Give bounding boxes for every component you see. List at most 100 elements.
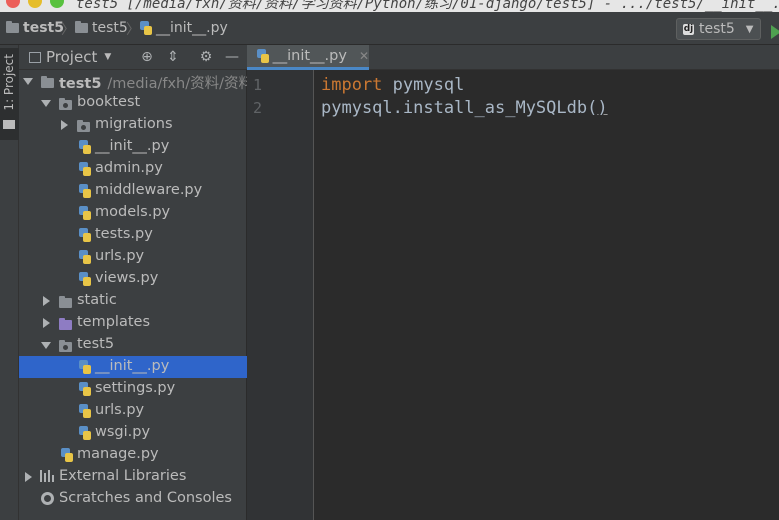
run-configuration-dropdown[interactable]: dj test5 ▼ (676, 18, 761, 40)
line-number-gutter: 1 2 (247, 70, 314, 520)
folder-icon (6, 21, 19, 33)
folder-icon (41, 74, 54, 90)
django-icon: dj (683, 23, 694, 35)
tree-item-label: migrations (95, 116, 173, 132)
expand-arrow-icon[interactable] (41, 100, 51, 107)
project-panel-title: Project (46, 48, 98, 66)
collapse-all-icon[interactable]: ⇕ (165, 49, 181, 65)
tree-item-file[interactable]: __init__.py (19, 136, 247, 158)
tree-item-file-selected[interactable]: __init__.py (19, 356, 247, 378)
tree-item-file[interactable]: middleware.py (19, 180, 247, 202)
keyword-import: import (321, 75, 383, 95)
tree-item-file[interactable]: models.py (19, 202, 247, 224)
chevron-down-icon: ▼ (745, 23, 754, 35)
python-file-icon (79, 360, 91, 378)
collapsed-arrow-icon[interactable] (43, 296, 50, 306)
maximize-window-button[interactable] (50, 0, 64, 8)
tree-item-file[interactable]: manage.py (19, 444, 247, 466)
python-file-icon (61, 448, 73, 466)
run-configuration-label: test5 (699, 21, 735, 37)
project-view-icon (29, 51, 41, 63)
folder-icon (3, 120, 15, 129)
python-file-icon (79, 426, 91, 444)
editor-tab-init[interactable]: __init__.py ✕ (247, 45, 369, 70)
folder-icon (59, 338, 72, 354)
python-file-icon (79, 140, 91, 158)
templates-folder-icon (59, 316, 72, 332)
run-button[interactable] (771, 25, 779, 39)
tree-item-project-root[interactable]: test5/media/fxh/资料/资料/学习资料/Python/练习/01-… (19, 70, 525, 92)
code-text-caret: ) (597, 98, 608, 118)
tree-item-folder[interactable]: test5 (19, 334, 247, 356)
tree-item-file[interactable]: wsgi.py (19, 422, 247, 444)
tree-item-label: templates (77, 314, 151, 330)
tree-item-label: urls.py (95, 402, 145, 418)
python-file-icon (79, 206, 91, 224)
tree-item-label: manage.py (77, 446, 159, 462)
collapsed-arrow-icon[interactable] (25, 472, 32, 482)
gear-icon[interactable]: ⚙ (198, 49, 214, 65)
collapsed-arrow-icon[interactable] (43, 318, 50, 328)
tree-item-file[interactable]: tests.py (19, 224, 247, 246)
tree-item-label: __init__.py (95, 358, 170, 374)
python-file-icon (79, 250, 91, 268)
tree-item-file[interactable]: urls.py (19, 400, 247, 422)
tree-item-file[interactable]: views.py (19, 268, 247, 290)
tree-item-label: static (77, 292, 117, 308)
python-file-icon (79, 272, 91, 290)
scratches-icon (41, 492, 54, 509)
python-file-icon (79, 162, 91, 180)
close-tab-icon[interactable]: ✕ (359, 49, 369, 63)
tree-item-label: __init__.py (95, 138, 170, 154)
project-tool-tab[interactable]: 1: Project (0, 48, 19, 140)
tree-item-scratches[interactable]: Scratches and Consoles (19, 488, 247, 510)
python-file-icon (140, 21, 152, 35)
tree-item-external-libraries[interactable]: External Libraries (19, 466, 247, 488)
project-panel-header: Project ▼ ⊕ ⇕ ⚙ — (19, 45, 247, 70)
code-text: pymysql.install_as_MySQLdb( (321, 98, 598, 118)
tree-item-label: settings.py (95, 380, 176, 396)
breadcrumb-project[interactable]: test5 (6, 20, 64, 36)
line-number: 1 (253, 76, 263, 94)
project-panel: Project ▼ ⊕ ⇕ ⚙ — test5/media/fxh/资料/资料/… (19, 45, 525, 520)
breadcrumb-label: test5 (92, 20, 128, 36)
breadcrumb-separator: 〉 (126, 22, 140, 38)
crosshair-icon[interactable]: ⊕ (139, 49, 155, 65)
collapsed-arrow-icon[interactable] (61, 120, 68, 130)
minimize-window-button[interactable] (28, 0, 42, 8)
breadcrumb-separator: 〉 (61, 22, 75, 38)
tree-item-file[interactable]: urls.py (19, 246, 247, 268)
tree-item-file[interactable]: settings.py (19, 378, 247, 400)
tree-item-label: models.py (95, 204, 171, 220)
library-icon (40, 470, 54, 486)
tree-item-label: urls.py (95, 248, 145, 264)
editor-tab-bar: __init__.py ✕ (247, 45, 779, 70)
folder-icon (59, 294, 72, 310)
close-window-button[interactable] (6, 0, 20, 8)
code-editor[interactable]: import pymysql pymysql.install_as_MySQLd… (314, 70, 779, 520)
tree-item-label: tests.py (95, 226, 153, 242)
tree-item-label: Scratches and Consoles (59, 490, 232, 506)
tree-item-folder[interactable]: booktest (19, 92, 247, 114)
project-view-selector[interactable]: Project ▼ (29, 48, 111, 66)
breadcrumb-file[interactable]: __init__.py (140, 20, 228, 36)
breadcrumb-label: test5 (23, 20, 64, 36)
tree-item-folder[interactable]: migrations (19, 114, 247, 136)
code-line-1: import pymysql (321, 75, 464, 95)
expand-arrow-icon[interactable] (41, 342, 51, 349)
tree-item-label: views.py (95, 270, 159, 286)
expand-arrow-icon[interactable] (23, 78, 33, 85)
tree-item-folder[interactable]: templates (19, 312, 247, 334)
project-tool-tab-label: 1: Project (2, 54, 16, 111)
hide-panel-icon[interactable]: — (224, 49, 240, 65)
breadcrumb-label: __init__.py (156, 20, 228, 36)
module-name: pymysql (392, 75, 465, 95)
python-file-icon (79, 404, 91, 422)
tree-item-label: External Libraries (59, 468, 187, 484)
python-file-icon (79, 184, 91, 202)
python-file-icon (257, 49, 269, 63)
tree-item-file[interactable]: admin.py (19, 158, 247, 180)
tree-item-folder[interactable]: static (19, 290, 247, 312)
breadcrumb-folder[interactable]: test5 (75, 20, 128, 36)
tree-item-label: admin.py (95, 160, 163, 176)
